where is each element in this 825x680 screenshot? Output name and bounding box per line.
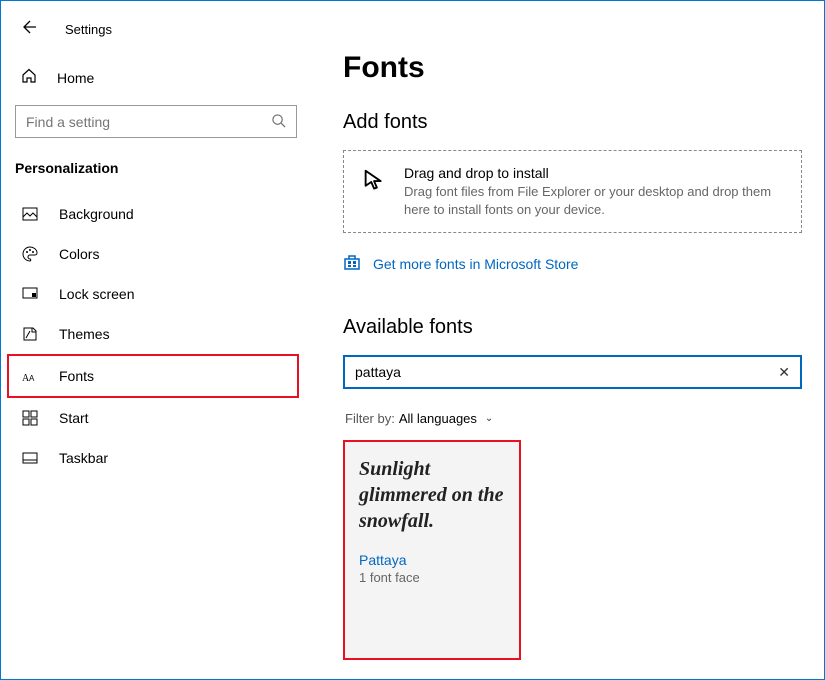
sidebar-item-label: Fonts	[59, 368, 94, 384]
filter-value: All languages	[399, 411, 477, 426]
store-icon	[343, 253, 361, 274]
font-card-pattaya[interactable]: Sunlight glimmered on the snowfall. Patt…	[343, 440, 521, 660]
start-icon	[21, 410, 39, 426]
home-label: Home	[57, 70, 94, 86]
sidebar: Settings Home Personalization Background	[1, 1, 311, 679]
font-search-box[interactable]: ✕	[343, 355, 802, 389]
settings-search-input[interactable]	[26, 114, 271, 130]
sidebar-item-label: Themes	[59, 326, 110, 342]
store-link[interactable]: Get more fonts in Microsoft Store	[343, 253, 802, 274]
sidebar-item-start[interactable]: Start	[1, 398, 299, 438]
sidebar-item-lock-screen[interactable]: Lock screen	[1, 274, 299, 314]
font-sample-text: Sunlight glimmered on the snowfall.	[359, 456, 505, 534]
font-dropzone[interactable]: Drag and drop to install Drag font files…	[343, 150, 802, 233]
clear-search-icon[interactable]: ✕	[778, 364, 790, 381]
search-icon	[271, 113, 286, 131]
fonts-icon: AA	[21, 368, 39, 384]
sidebar-item-taskbar[interactable]: Taskbar	[1, 438, 299, 478]
home-icon	[21, 68, 37, 87]
home-link[interactable]: Home	[1, 68, 311, 105]
themes-icon	[21, 326, 39, 342]
category-label: Personalization	[1, 160, 311, 194]
add-fonts-heading: Add fonts	[343, 111, 802, 134]
drag-drop-icon	[360, 165, 390, 200]
page-title: Fonts	[343, 51, 802, 85]
main-content: Fonts Add fonts Drag and drop to install…	[311, 1, 824, 679]
taskbar-icon	[21, 450, 39, 466]
sidebar-item-label: Colors	[59, 246, 99, 262]
lock-screen-icon	[21, 286, 39, 302]
dropzone-text: Drag and drop to install Drag font files…	[404, 165, 785, 218]
filter-label: Filter by:	[345, 411, 395, 426]
settings-title: Settings	[65, 22, 112, 37]
sidebar-item-colors[interactable]: Colors	[1, 234, 299, 274]
filter-dropdown[interactable]: Filter by: All languages ⌄	[343, 411, 802, 426]
title-row: Settings	[1, 19, 311, 68]
font-name: Pattaya	[359, 552, 505, 568]
font-search-input[interactable]	[355, 364, 778, 380]
palette-icon	[21, 246, 39, 262]
picture-icon	[21, 206, 39, 222]
sidebar-item-label: Start	[59, 410, 89, 426]
settings-search-box[interactable]	[15, 105, 297, 138]
svg-text:A: A	[29, 374, 35, 383]
sidebar-item-themes[interactable]: Themes	[1, 314, 299, 354]
sidebar-item-background[interactable]: Background	[1, 194, 299, 234]
chevron-down-icon: ⌄	[485, 413, 493, 424]
available-fonts-heading: Available fonts	[343, 316, 802, 339]
sidebar-item-label: Background	[59, 206, 134, 222]
sidebar-item-label: Taskbar	[59, 450, 108, 466]
font-face-count: 1 font face	[359, 570, 505, 585]
sidebar-item-label: Lock screen	[59, 286, 134, 302]
store-link-label: Get more fonts in Microsoft Store	[373, 256, 578, 272]
dropzone-title: Drag and drop to install	[404, 165, 785, 181]
back-arrow-icon[interactable]	[21, 19, 37, 40]
dropzone-description: Drag font files from File Explorer or yo…	[404, 183, 785, 218]
sidebar-item-fonts[interactable]: AA Fonts	[7, 354, 299, 398]
